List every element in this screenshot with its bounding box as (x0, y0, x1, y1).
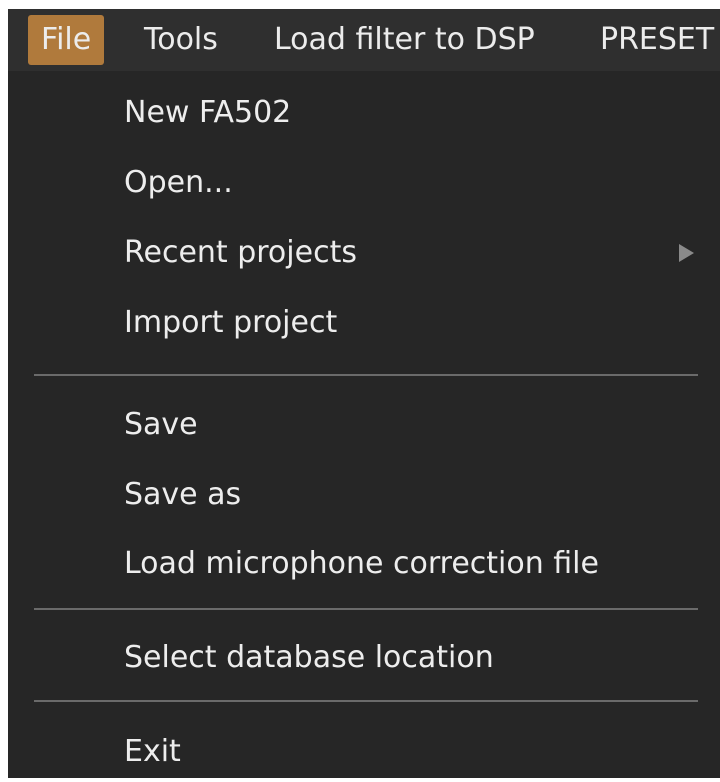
menu-preset[interactable]: PRESET (600, 15, 714, 65)
menu-item-select-database-location[interactable]: Select database location (124, 628, 694, 688)
menu-separator (34, 608, 698, 610)
menu-tools[interactable]: Tools (144, 15, 218, 65)
menu-item-save[interactable]: Save (124, 395, 694, 455)
menu-item-exit[interactable]: Exit (124, 722, 694, 782)
file-dropdown-menu: New FA502 Open... Recent projects Import… (8, 71, 720, 778)
menu-item-load-microphone-correction[interactable]: Load microphone correction file (124, 534, 694, 594)
menu-item-new[interactable]: New FA502 (124, 83, 694, 143)
menu-file[interactable]: File (28, 15, 105, 65)
menu-item-import-project[interactable]: Import project (124, 293, 694, 353)
menu-item-recent-projects-label: Recent projects (124, 235, 357, 270)
menu-separator (34, 700, 698, 702)
menu-item-recent-projects[interactable]: Recent projects (124, 223, 694, 283)
menu-item-open[interactable]: Open... (124, 153, 694, 213)
menu-bar: File Tools Load filter to DSP PRESET (8, 9, 720, 71)
submenu-arrow-icon (679, 244, 694, 262)
menu-separator (34, 374, 698, 376)
menu-load-filter-to-dsp[interactable]: Load filter to DSP (274, 15, 535, 65)
menu-item-save-as[interactable]: Save as (124, 465, 694, 525)
application-window: File Tools Load filter to DSP PRESET New… (0, 0, 720, 778)
